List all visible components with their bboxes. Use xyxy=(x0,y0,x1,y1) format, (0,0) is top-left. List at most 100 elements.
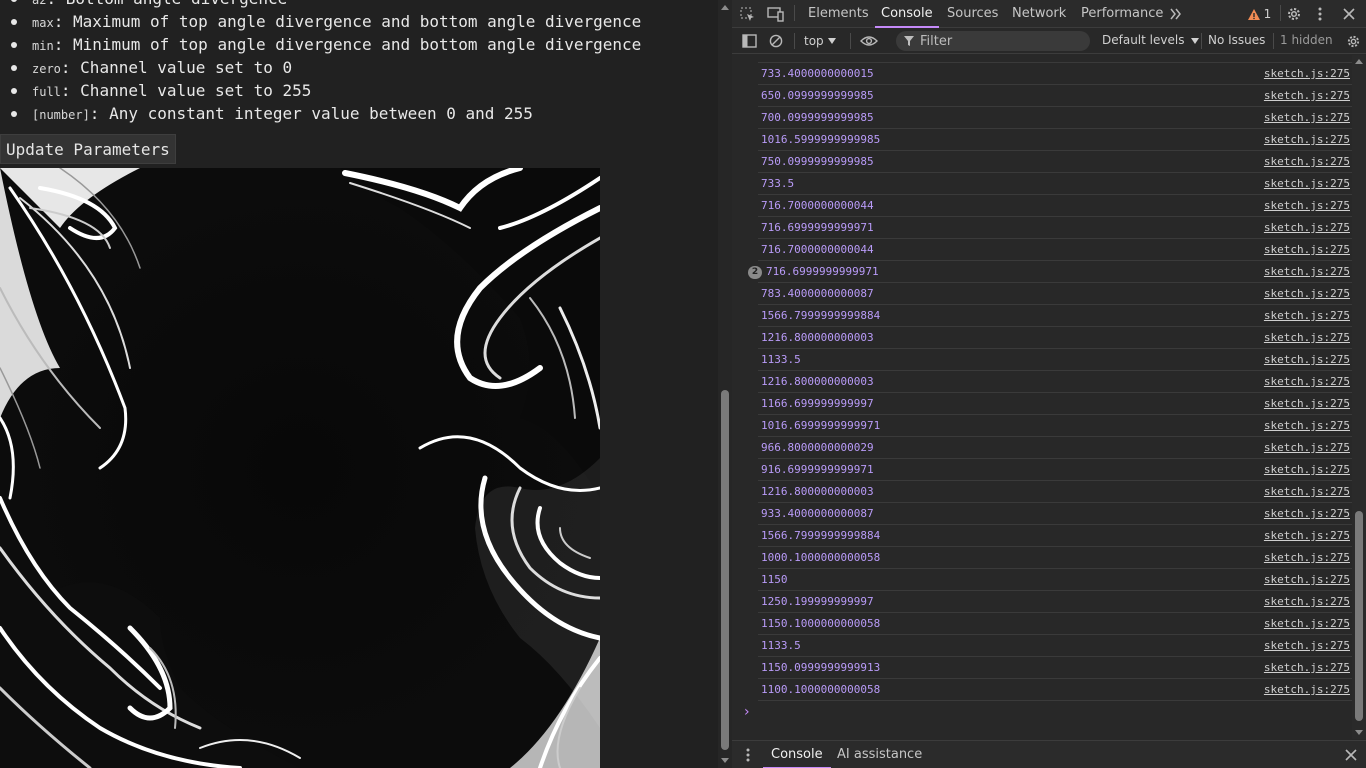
devtools-panel: Elements Console Sources Network Performance… xyxy=(732,0,1366,768)
param-description: : Maximum of top angle divergence and bo… xyxy=(53,12,642,31)
log-value: 750.0999999999985 xyxy=(761,155,874,168)
param-item: a2: Bottom angle divergence xyxy=(8,0,641,11)
log-source-link[interactable]: sketch.js:275 xyxy=(1264,331,1350,344)
log-value: 716.6999999999971 xyxy=(766,265,879,278)
page-scroll-thumb[interactable] xyxy=(721,390,729,750)
log-source-link[interactable]: sketch.js:275 xyxy=(1264,595,1350,608)
scroll-up-arrow-icon[interactable] xyxy=(721,5,729,10)
close-drawer-icon[interactable] xyxy=(1342,746,1360,764)
issues-button[interactable]: No Issues xyxy=(1208,33,1265,47)
log-row: 716.7000000000044 sketch.js:275 xyxy=(758,195,1352,217)
log-source-link[interactable]: sketch.js:275 xyxy=(1264,551,1350,564)
log-source-link[interactable]: sketch.js:275 xyxy=(1264,177,1350,190)
log-row: 650.0999999999985 sketch.js:275 xyxy=(758,85,1352,107)
log-value: 700.0999999999985 xyxy=(761,111,874,124)
log-source-link[interactable]: sketch.js:275 xyxy=(1264,441,1350,454)
close-devtools-icon[interactable] xyxy=(1340,4,1358,24)
log-source-link[interactable]: sketch.js:275 xyxy=(1264,199,1350,212)
param-key: min xyxy=(32,39,54,53)
log-value: 916.6999999999971 xyxy=(761,463,874,476)
log-source-link[interactable]: sketch.js:275 xyxy=(1264,133,1350,146)
drawer-menu-icon[interactable] xyxy=(740,746,756,764)
log-source-link[interactable]: sketch.js:275 xyxy=(1264,89,1350,102)
log-source-link[interactable]: sketch.js:275 xyxy=(1264,507,1350,520)
log-value: 1150.0999999999913 xyxy=(761,661,881,674)
log-row: 1216.800000000003 sketch.js:275 xyxy=(758,327,1352,349)
log-source-link[interactable]: sketch.js:275 xyxy=(1264,375,1350,388)
inspect-element-icon[interactable] xyxy=(738,5,756,23)
log-value: 1100.1000000000058 xyxy=(761,683,881,696)
log-row: 1150.0999999999913 sketch.js:275 xyxy=(758,657,1352,679)
settings-gear-icon[interactable] xyxy=(1284,4,1304,24)
drawer-tab-ai-assistance[interactable]: AI assistance xyxy=(837,741,922,768)
log-source-link[interactable]: sketch.js:275 xyxy=(1264,419,1350,432)
update-parameters-button[interactable]: Update Parameters xyxy=(0,134,176,164)
log-value: 716.7000000000044 xyxy=(761,243,874,256)
tab-sources[interactable]: Sources xyxy=(947,0,998,28)
devtools-tab-bar: Elements Console Sources Network Performance… xyxy=(732,0,1366,28)
log-source-link[interactable]: sketch.js:275 xyxy=(1264,683,1350,696)
hidden-messages-count: 1 hidden xyxy=(1280,33,1333,47)
fractal-canvas[interactable] xyxy=(0,168,600,768)
log-value: 1216.800000000003 xyxy=(761,331,874,344)
filter-input[interactable]: Filter xyxy=(896,31,1090,51)
param-key: max xyxy=(32,16,54,30)
scroll-up-arrow-icon[interactable] xyxy=(1355,59,1363,64)
log-source-link[interactable]: sketch.js:275 xyxy=(1264,309,1350,322)
log-levels-dropdown[interactable]: Default levels xyxy=(1102,33,1200,47)
log-row: 1133.5 sketch.js:275 xyxy=(758,635,1352,657)
log-source-link[interactable]: sketch.js:275 xyxy=(1264,111,1350,124)
live-expression-eye-icon[interactable] xyxy=(858,32,880,50)
log-value: 1016.5999999999985 xyxy=(761,133,881,146)
console-messages[interactable]: 733.4000000000015 sketch.js:275 650.099999… xyxy=(732,55,1352,739)
scroll-down-arrow-icon[interactable] xyxy=(721,758,729,763)
tab-network[interactable]: Network xyxy=(1012,0,1066,28)
log-source-link[interactable]: sketch.js:275 xyxy=(1264,573,1350,586)
log-row: 1016.5999999999985 sketch.js:275 xyxy=(758,129,1352,151)
parameter-list: a2: Bottom angle divergence max: Maximum … xyxy=(8,0,641,126)
log-source-link[interactable]: sketch.js:275 xyxy=(1264,265,1350,278)
more-options-icon[interactable] xyxy=(1312,4,1328,24)
log-source-link[interactable]: sketch.js:275 xyxy=(1264,155,1350,168)
console-prompt-chevron-icon[interactable]: › xyxy=(744,704,750,720)
log-row: 1216.800000000003 sketch.js:275 xyxy=(758,371,1352,393)
log-source-link[interactable]: sketch.js:275 xyxy=(1264,485,1350,498)
console-settings-gear-icon[interactable] xyxy=(1344,32,1362,50)
tab-performance[interactable]: Performance xyxy=(1081,0,1163,28)
log-source-link[interactable]: sketch.js:275 xyxy=(1264,353,1350,366)
param-key: a2 xyxy=(32,0,47,7)
clear-console-icon[interactable] xyxy=(767,32,785,50)
log-value: 716.7000000000044 xyxy=(761,199,874,212)
log-row: 700.0999999999985 sketch.js:275 xyxy=(758,107,1352,129)
tab-elements[interactable]: Elements xyxy=(808,0,869,28)
log-value: 1216.800000000003 xyxy=(761,375,874,388)
log-row: 716.6999999999971 sketch.js:275 xyxy=(758,217,1352,239)
device-toolbar-icon[interactable] xyxy=(766,5,786,23)
double-chevron-right-icon[interactable] xyxy=(1168,5,1184,23)
console-scroll-thumb[interactable] xyxy=(1355,511,1363,721)
log-row: 1000.1000000000058 sketch.js:275 xyxy=(758,547,1352,569)
log-source-link[interactable]: sketch.js:275 xyxy=(1264,243,1350,256)
log-row: 1250.199999999997 sketch.js:275 xyxy=(758,591,1352,613)
tab-console[interactable]: Console xyxy=(875,0,939,28)
page-scrollbar[interactable] xyxy=(718,0,732,768)
web-page: a2: Bottom angle divergence max: Maximum … xyxy=(0,0,718,768)
log-row: 783.4000000000087 sketch.js:275 xyxy=(758,283,1352,305)
log-source-link[interactable]: sketch.js:275 xyxy=(1264,67,1350,80)
log-row: 1150.1000000000058 sketch.js:275 xyxy=(758,613,1352,635)
log-source-link[interactable]: sketch.js:275 xyxy=(1264,529,1350,542)
scroll-down-arrow-icon[interactable] xyxy=(1355,730,1363,735)
log-source-link[interactable]: sketch.js:275 xyxy=(1264,661,1350,674)
log-row: 1566.7999999999884 sketch.js:275 xyxy=(758,305,1352,327)
log-source-link[interactable]: sketch.js:275 xyxy=(1264,617,1350,630)
log-source-link[interactable]: sketch.js:275 xyxy=(1264,463,1350,476)
context-selector[interactable]: top xyxy=(804,32,836,50)
log-source-link[interactable]: sketch.js:275 xyxy=(1264,287,1350,300)
log-source-link[interactable]: sketch.js:275 xyxy=(1264,397,1350,410)
log-source-link[interactable]: sketch.js:275 xyxy=(1264,639,1350,652)
warning-counter[interactable]: 1 xyxy=(1242,5,1276,23)
log-source-link[interactable]: sketch.js:275 xyxy=(1264,221,1350,234)
console-scrollbar[interactable] xyxy=(1352,55,1366,739)
sidebar-toggle-icon[interactable] xyxy=(740,32,758,50)
drawer-tab-console[interactable]: Console xyxy=(763,741,831,768)
